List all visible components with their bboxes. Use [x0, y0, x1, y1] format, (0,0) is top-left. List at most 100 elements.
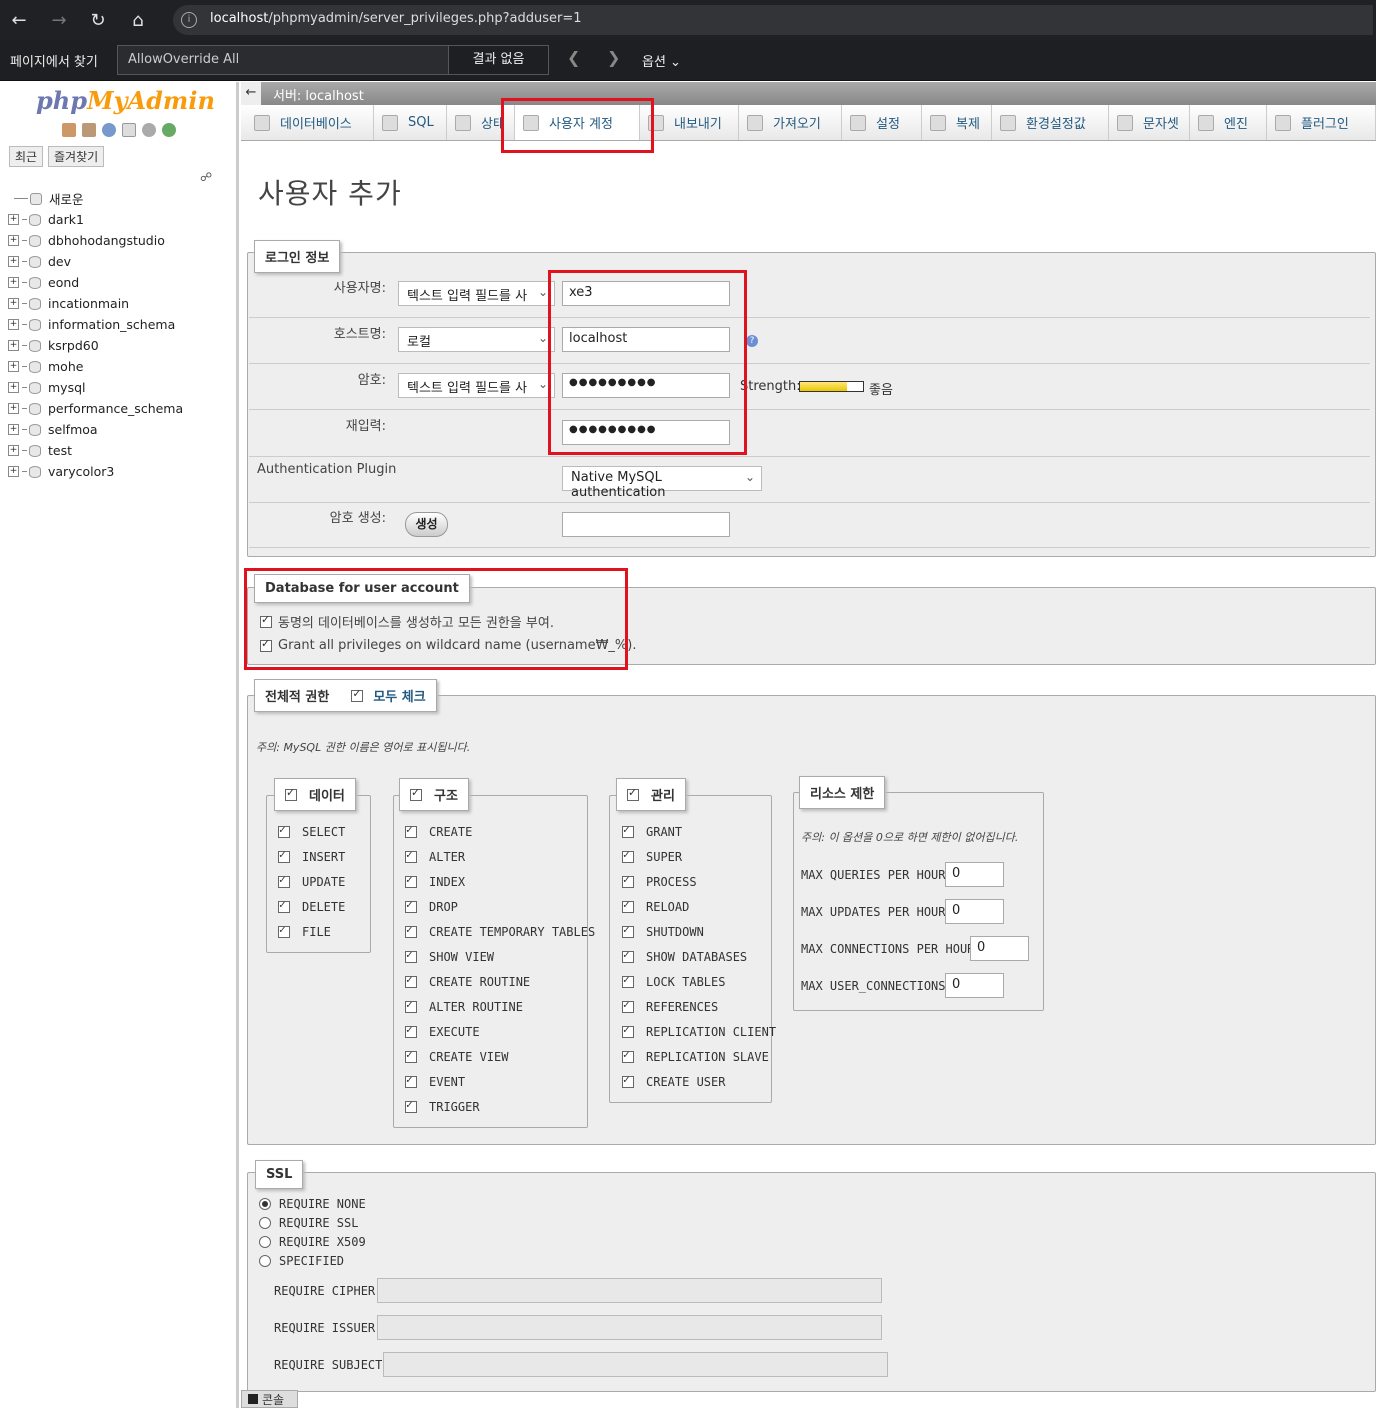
tab-user-accounts[interactable]: 사용자 계정	[515, 105, 640, 140]
priv-grant[interactable]: GRANT	[622, 823, 682, 839]
checkbox[interactable]	[405, 1073, 417, 1088]
priv-show-databases[interactable]: SHOW DATABASES	[622, 948, 747, 964]
expand-icon[interactable]: +	[8, 340, 19, 351]
ssl-option[interactable]: REQUIRE X509	[259, 1235, 366, 1249]
sidebar-database-item[interactable]: + selfmoa	[8, 419, 233, 440]
tab-import[interactable]: 가져오기	[739, 105, 842, 140]
logout-icon[interactable]	[82, 123, 96, 137]
expand-icon[interactable]: +	[8, 277, 19, 288]
tab-replication[interactable]: 복제	[922, 105, 992, 140]
priv-shutdown[interactable]: SHUTDOWN	[622, 923, 704, 939]
resource-input[interactable]: 0	[945, 973, 1004, 998]
expand-icon[interactable]: +	[8, 424, 19, 435]
priv-event[interactable]: EVENT	[405, 1073, 465, 1089]
priv-trigger[interactable]: TRIGGER	[405, 1098, 480, 1114]
priv-create-routine[interactable]: CREATE ROUTINE	[405, 973, 530, 989]
checkbox[interactable]	[410, 786, 422, 801]
priv-create-temporary-tables[interactable]: CREATE TEMPORARY TABLES	[405, 923, 595, 939]
help-icon[interactable]	[102, 123, 116, 137]
radio[interactable]	[259, 1236, 271, 1248]
checkbox[interactable]	[622, 973, 634, 988]
checkbox[interactable]	[351, 687, 364, 702]
expand-icon[interactable]: +	[8, 445, 19, 456]
priv-file[interactable]: FILE	[278, 923, 331, 939]
sidebar-database-item[interactable]: + dark1	[8, 209, 233, 230]
checkbox[interactable]	[622, 948, 634, 963]
tab-plugins[interactable]: 플러그인	[1267, 105, 1376, 140]
checkbox[interactable]	[622, 1048, 634, 1063]
resource-input[interactable]: 0	[945, 862, 1004, 887]
checkbox[interactable]	[622, 998, 634, 1013]
expand-icon[interactable]: +	[8, 298, 19, 309]
checkbox[interactable]	[622, 873, 634, 888]
checkbox[interactable]	[285, 786, 297, 801]
find-next-icon[interactable]: ❯	[607, 48, 620, 67]
checkbox[interactable]	[405, 948, 417, 963]
checkbox[interactable]	[260, 637, 272, 652]
reload-icon[interactable]: ↻	[84, 6, 112, 34]
recent-button[interactable]: 최근	[9, 146, 44, 167]
tab-export[interactable]: 내보내기	[640, 105, 739, 140]
address-bar[interactable]: i localhost/phpmyadmin/server_privileges…	[173, 5, 1373, 35]
checkbox[interactable]	[622, 823, 634, 838]
sidebar-database-item[interactable]: + test	[8, 440, 233, 461]
tree-new-item[interactable]: 새로운	[8, 188, 233, 209]
priv-drop[interactable]: DROP	[405, 898, 458, 914]
ssl-field-input[interactable]	[377, 1315, 882, 1340]
sidebar-database-item[interactable]: + dev	[8, 251, 233, 272]
checkbox[interactable]	[405, 823, 417, 838]
priv-execute[interactable]: EXECUTE	[405, 1023, 480, 1039]
checkbox[interactable]	[405, 1098, 417, 1113]
priv-alter-routine[interactable]: ALTER ROUTINE	[405, 998, 523, 1014]
checkbox[interactable]	[405, 973, 417, 988]
checkbox[interactable]	[622, 848, 634, 863]
priv-replication-slave[interactable]: REPLICATION SLAVE	[622, 1048, 769, 1064]
ssl-option[interactable]: REQUIRE SSL	[259, 1216, 358, 1230]
checkbox[interactable]	[405, 1048, 417, 1063]
generated-password-input[interactable]	[562, 512, 730, 537]
ssl-option[interactable]: REQUIRE NONE	[259, 1197, 366, 1211]
sidebar-database-item[interactable]: + eond	[8, 272, 233, 293]
find-input[interactable]: AllowOverride All	[117, 45, 449, 75]
priv-alter[interactable]: ALTER	[405, 848, 465, 864]
priv-reload[interactable]: RELOAD	[622, 898, 689, 914]
priv-delete[interactable]: DELETE	[278, 898, 345, 914]
priv-show-view[interactable]: SHOW VIEW	[405, 948, 494, 964]
expand-icon[interactable]: +	[8, 256, 19, 267]
info-icon[interactable]: i	[181, 12, 197, 28]
generate-button[interactable]: 생성	[405, 512, 448, 537]
checkbox[interactable]	[405, 998, 417, 1013]
resource-input[interactable]: 0	[970, 936, 1029, 961]
priv-super[interactable]: SUPER	[622, 848, 682, 864]
tab-settings[interactable]: 설정	[842, 105, 922, 140]
expand-icon[interactable]: +	[8, 214, 19, 225]
home-icon[interactable]	[62, 123, 76, 137]
priv-create-view[interactable]: CREATE VIEW	[405, 1048, 508, 1064]
sidebar-database-item[interactable]: + information_schema	[8, 314, 233, 335]
radio[interactable]	[259, 1255, 271, 1267]
tab-status[interactable]: 상태	[447, 105, 515, 140]
find-options-button[interactable]: 옵션 ⌄	[642, 51, 681, 70]
checkbox[interactable]	[278, 923, 290, 938]
expand-icon[interactable]: +	[8, 403, 19, 414]
checkbox[interactable]	[278, 823, 290, 838]
username-mode-select[interactable]: 텍스트 입력 필드를 사 ⌄	[398, 281, 555, 306]
expand-icon[interactable]: +	[8, 466, 19, 477]
priv-update[interactable]: UPDATE	[278, 873, 345, 889]
link-icon[interactable]: ☍	[200, 170, 212, 184]
sidebar-database-item[interactable]: + performance_schema	[8, 398, 233, 419]
priv-replication-client[interactable]: REPLICATION CLIENT	[622, 1023, 776, 1039]
password-mode-select[interactable]: 텍스트 입력 필드를 사 ⌄	[398, 373, 555, 398]
checkbox[interactable]	[622, 923, 634, 938]
priv-insert[interactable]: INSERT	[278, 848, 345, 864]
checkbox[interactable]	[405, 898, 417, 913]
priv-references[interactable]: REFERENCES	[622, 998, 718, 1014]
forward-arrow-icon[interactable]: →	[45, 6, 73, 34]
ssl-option[interactable]: SPECIFIED	[259, 1254, 344, 1268]
sidebar-database-item[interactable]: + dbhohodangstudio	[8, 230, 233, 251]
sidebar-database-item[interactable]: + incationmain	[8, 293, 233, 314]
checkbox[interactable]	[622, 898, 634, 913]
checkbox[interactable]	[405, 1023, 417, 1038]
gear-icon[interactable]	[142, 123, 156, 137]
priv-index[interactable]: INDEX	[405, 873, 465, 889]
